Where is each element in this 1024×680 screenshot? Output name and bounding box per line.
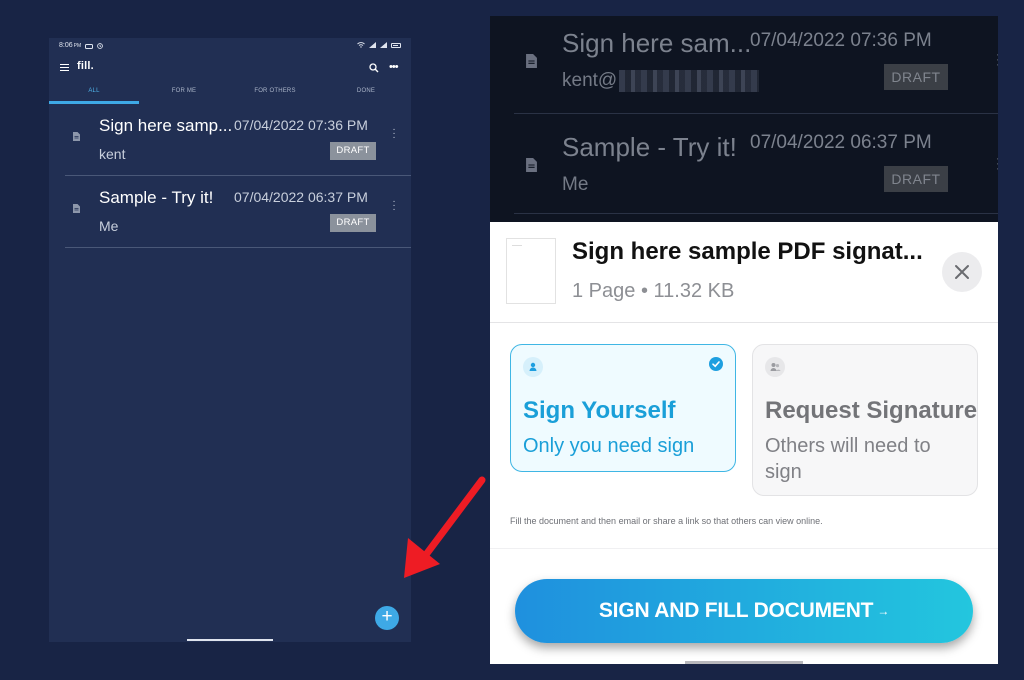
sheet-document-meta: 1 Page • 11.32 KB xyxy=(572,280,735,302)
draft-badge: DRAFT xyxy=(884,64,948,90)
more-vert-icon[interactable]: ••• xyxy=(389,61,399,73)
sign-and-fill-button[interactable]: SIGN AND FILL DOCUMENT → xyxy=(515,579,973,643)
draft-badge: DRAFT xyxy=(884,166,948,192)
battery-icon xyxy=(391,42,401,48)
document-sender: kent xyxy=(99,146,126,162)
document-title: Sample - Try it! xyxy=(99,188,214,207)
hint-divider xyxy=(490,548,998,549)
check-circle-icon xyxy=(709,357,723,371)
status-bar: 8:06PM xyxy=(49,38,411,54)
phone-screen: 8:06PM fill. ••• ALL FOR ME FOR OTHERS D… xyxy=(49,38,411,642)
tab-for-others[interactable]: FOR OTHERS xyxy=(230,88,320,94)
redacted-email xyxy=(619,70,760,92)
document-row: Sign here sam... 07/04/2022 07:36 PM ken… xyxy=(514,16,998,114)
wifi-icon xyxy=(357,42,365,48)
document-thumbnail xyxy=(506,238,556,304)
document-sender: kent@ xyxy=(562,70,760,92)
option-title: Sign Yourself xyxy=(523,397,676,424)
request-signature-option[interactable]: Request Signature Others will need to si… xyxy=(752,344,978,496)
home-indicator xyxy=(187,639,273,641)
tab-for-me[interactable]: FOR ME xyxy=(139,88,229,94)
document-icon xyxy=(526,54,537,68)
annotation-arrow xyxy=(404,476,486,578)
people-icon xyxy=(765,357,785,377)
sign-options-sheet: Sign here sample PDF signat... 1 Page • … xyxy=(490,222,998,664)
document-icon xyxy=(73,132,80,141)
status-app-icon xyxy=(85,43,94,49)
draft-badge: DRAFT xyxy=(330,214,376,232)
status-time: 8:06PM xyxy=(59,42,82,49)
kebab-icon[interactable]: · · · xyxy=(392,197,396,215)
app-bar: fill. ••• xyxy=(49,56,411,80)
person-icon xyxy=(523,357,543,377)
arrow-right-icon: → xyxy=(877,604,890,618)
dimmed-document-list[interactable]: Sign here sam... 07/04/2022 07:36 PM ken… xyxy=(490,16,998,222)
kebab-icon[interactable]: · · · xyxy=(392,125,396,143)
document-title: Sign here sam... xyxy=(562,28,752,58)
document-icon xyxy=(73,204,80,213)
add-document-button[interactable]: + xyxy=(375,606,399,630)
status-clock-icon xyxy=(97,42,103,49)
cta-label: SIGN AND FILL DOCUMENT xyxy=(598,599,874,622)
kebab-icon: ··· xyxy=(996,48,998,70)
document-date: 07/04/2022 06:37 PM xyxy=(750,132,932,153)
bottom-handle xyxy=(685,661,803,664)
draft-badge: DRAFT xyxy=(330,142,376,160)
sheet-document-title: Sign here sample PDF signat... xyxy=(572,238,923,265)
document-row[interactable]: Sample - Try it! 07/04/2022 06:37 PM Me … xyxy=(65,176,411,248)
sheet-divider xyxy=(490,322,998,323)
document-row: Sample - Try it! 07/04/2022 06:37 PM Me … xyxy=(514,114,998,214)
signal-icon-2 xyxy=(380,42,387,48)
document-date: 07/04/2022 07:36 PM xyxy=(234,117,368,133)
tab-done[interactable]: DONE xyxy=(321,88,411,94)
detail-screen: Sign here sam... 07/04/2022 07:36 PM ken… xyxy=(490,16,998,664)
tab-bar: ALL FOR ME FOR OTHERS DONE xyxy=(49,86,411,104)
close-button[interactable] xyxy=(942,252,982,292)
signal-icon xyxy=(369,42,376,48)
document-title: Sample - Try it! xyxy=(562,132,737,162)
close-icon xyxy=(955,265,969,279)
document-date: 07/04/2022 07:36 PM xyxy=(750,30,932,51)
search-icon[interactable] xyxy=(369,63,379,73)
option-hint: Fill the document and then email or shar… xyxy=(510,516,823,526)
option-description: Others will need to sign xyxy=(765,435,931,483)
app-logo: fill. xyxy=(77,60,94,72)
document-row[interactable]: Sign here samp... 07/04/2022 07:36 PM ke… xyxy=(65,104,411,176)
menu-icon[interactable] xyxy=(60,64,69,72)
option-title: Request Signature xyxy=(765,397,978,424)
kebab-icon: ··· xyxy=(996,152,998,174)
tab-all[interactable]: ALL xyxy=(49,88,139,94)
document-sender: Me xyxy=(562,174,589,195)
option-description: Only you need sign xyxy=(523,435,695,457)
document-date: 07/04/2022 06:37 PM xyxy=(234,189,368,205)
sign-yourself-option[interactable]: Sign Yourself Only you need sign xyxy=(510,344,736,472)
document-sender: Me xyxy=(99,218,119,234)
document-title: Sign here samp... xyxy=(99,116,233,135)
document-icon xyxy=(526,158,537,172)
